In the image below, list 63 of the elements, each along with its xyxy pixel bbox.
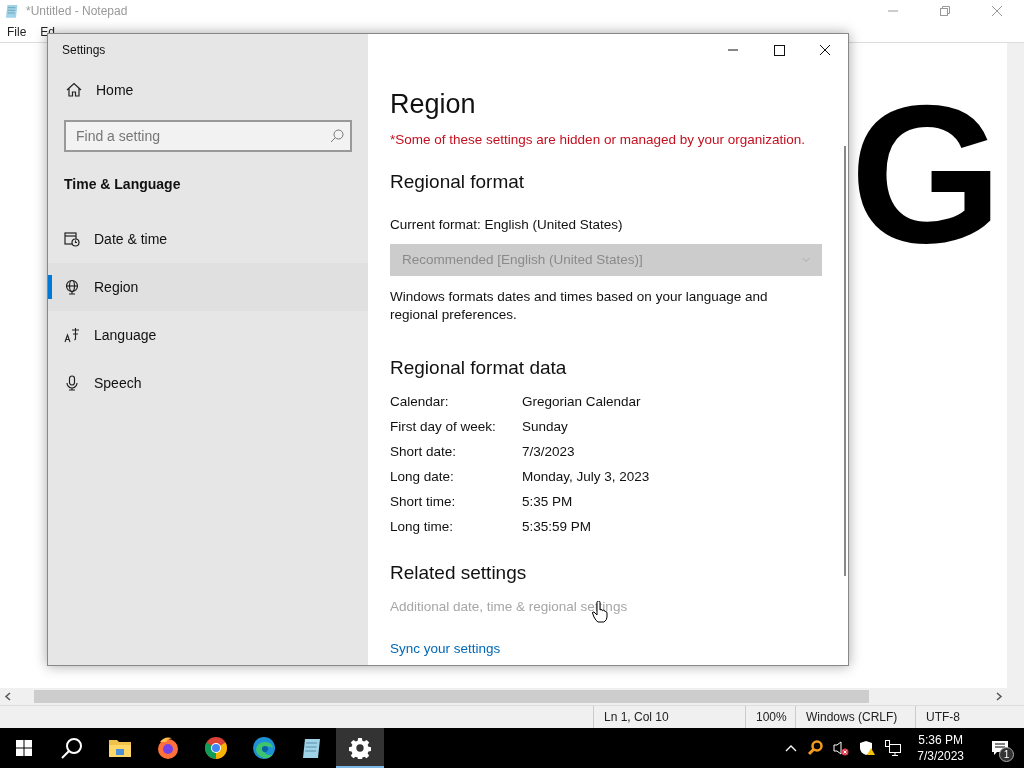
data-value: 7/3/2023 bbox=[522, 442, 575, 461]
language-icon bbox=[64, 327, 80, 343]
scrollbar-thumb[interactable] bbox=[34, 690, 869, 703]
chrome-icon[interactable] bbox=[204, 736, 228, 760]
description-text: Windows formats dates and times based on your language and regional preferences. bbox=[390, 288, 769, 324]
close-icon bbox=[991, 5, 1003, 17]
data-label: Long time: bbox=[390, 517, 455, 536]
clock-date[interactable]: 7/3/2023 bbox=[917, 748, 964, 764]
nav-item[interactable]: Language bbox=[48, 311, 368, 359]
globe-icon bbox=[64, 279, 80, 295]
nav-item[interactable]: Date & time bbox=[48, 215, 368, 263]
data-label: Short date: bbox=[390, 442, 458, 461]
window-title: Settings bbox=[62, 42, 106, 59]
current-format-text: Current format: English (United States) bbox=[390, 215, 624, 234]
selection-indicator bbox=[48, 275, 52, 299]
nav-item[interactable]: Region bbox=[48, 263, 368, 311]
section-heading: Time & Language bbox=[64, 174, 181, 194]
data-label: Short time: bbox=[390, 492, 457, 511]
section-heading: Regional format bbox=[390, 170, 526, 195]
menu-item[interactable]: File bbox=[7, 23, 27, 41]
notification-button[interactable]: 1 bbox=[980, 728, 1020, 768]
data-label: Long date: bbox=[390, 467, 455, 486]
clock-time[interactable]: 5:36 PM bbox=[918, 732, 963, 748]
window-title: *Untitled - Notepad bbox=[26, 3, 128, 20]
muted-speaker-icon[interactable] bbox=[833, 740, 850, 756]
notification-badge: 1 bbox=[999, 747, 1014, 762]
edge-icon[interactable] bbox=[252, 736, 276, 760]
taskbar-button[interactable] bbox=[336, 728, 384, 768]
microphone-icon bbox=[64, 375, 80, 391]
search-icon bbox=[330, 129, 344, 143]
chevron-up-icon[interactable] bbox=[785, 744, 798, 752]
data-value: 5:35 PM bbox=[522, 492, 573, 511]
data-label: Calendar: bbox=[390, 392, 450, 411]
warning-text: *Some of these settings are hidden or managed by your organization. bbox=[390, 131, 806, 149]
settings-link[interactable]: Sync your settings bbox=[390, 639, 848, 660]
data-label: First day of week: bbox=[390, 417, 497, 436]
windows-logo-icon bbox=[16, 740, 32, 756]
magnifier-icon[interactable] bbox=[807, 740, 824, 756]
data-value: Gregorian Calendar bbox=[522, 392, 641, 411]
calendar-clock-icon bbox=[64, 231, 80, 247]
search-field[interactable]: Find a setting bbox=[64, 120, 352, 152]
section-heading: Related settings bbox=[390, 560, 528, 585]
close-icon bbox=[819, 44, 831, 56]
home-item[interactable]: Home bbox=[48, 74, 368, 106]
shield-warning-icon[interactable] bbox=[859, 740, 876, 756]
firefox-icon[interactable] bbox=[156, 736, 180, 760]
maximize-icon bbox=[773, 44, 785, 56]
home-icon bbox=[66, 82, 82, 98]
network-icon[interactable] bbox=[885, 740, 902, 756]
data-value: Sunday bbox=[522, 417, 568, 436]
document-text: G bbox=[850, 77, 1003, 273]
data-value: Monday, July 3, 2023 bbox=[522, 467, 650, 486]
notepad-icon bbox=[4, 3, 20, 19]
settings-icon[interactable] bbox=[349, 737, 371, 759]
folder-icon[interactable] bbox=[108, 737, 132, 759]
scrollbar[interactable] bbox=[844, 146, 846, 576]
restore-icon bbox=[940, 6, 950, 16]
data-value: 5:35:59 PM bbox=[522, 517, 592, 536]
search-icon[interactable] bbox=[60, 736, 84, 760]
section-heading: Regional format data bbox=[390, 356, 568, 380]
page-title: Region bbox=[390, 88, 477, 121]
nav-item[interactable]: Speech bbox=[48, 359, 368, 407]
vertical-scrollbar[interactable] bbox=[1007, 43, 1024, 688]
